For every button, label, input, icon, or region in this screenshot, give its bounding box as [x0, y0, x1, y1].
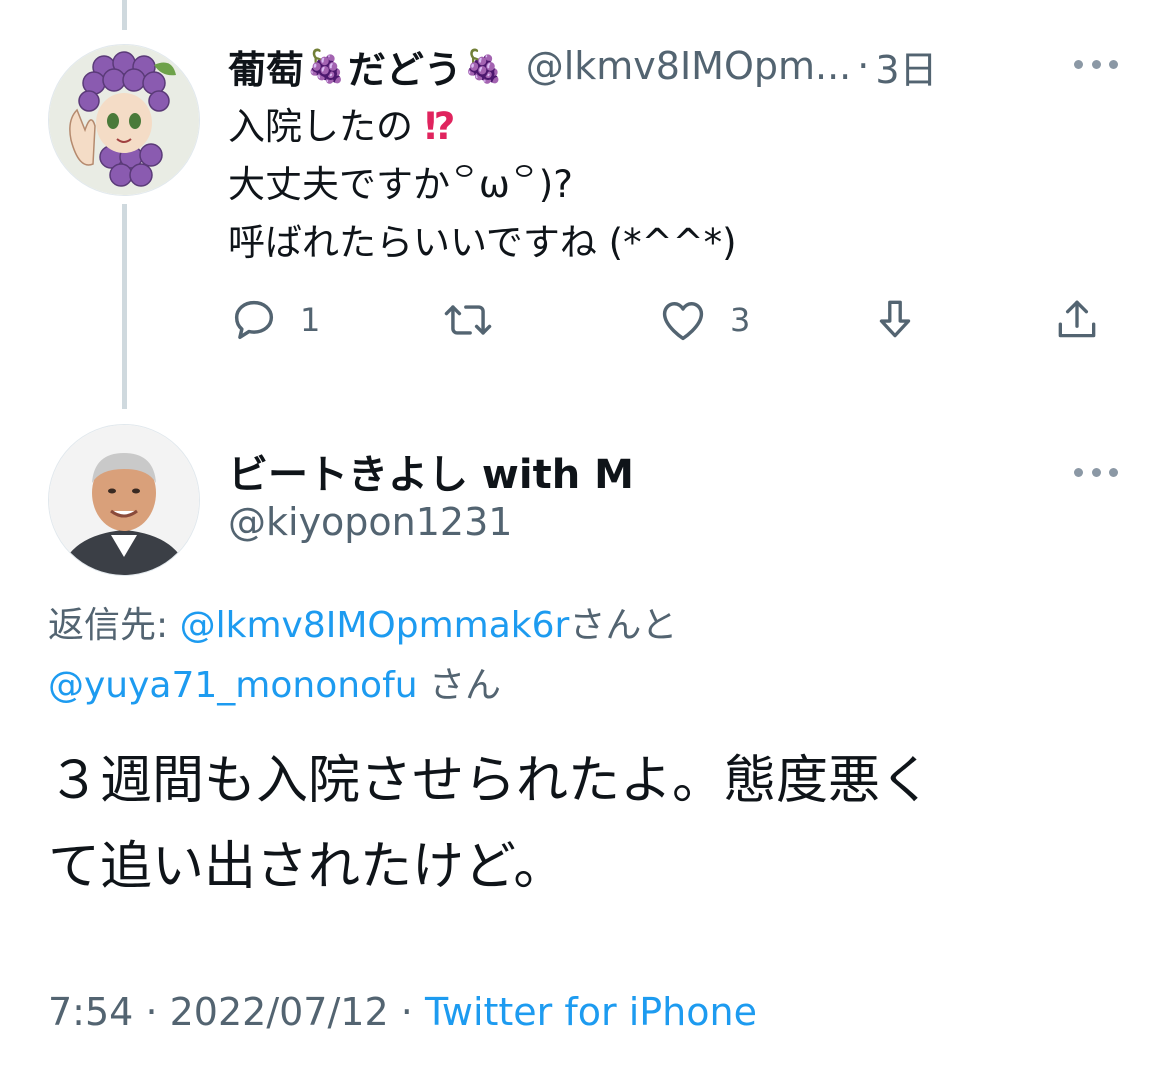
author-avatar[interactable]	[48, 424, 200, 576]
reply-display-name-2[interactable]: だどう	[348, 39, 462, 94]
replying-line-1: 返信先: @lkmv8IMOpmmak6rさんと	[48, 596, 677, 656]
replying-label: 返信先:	[48, 605, 169, 646]
thread-line-top	[122, 0, 127, 30]
share-button[interactable]	[1052, 292, 1102, 348]
reply-body: 入院したの ⁉ 大丈夫ですか꒪ω꒪)? 呼ばれたらいいですね (*^^*)	[228, 98, 737, 272]
like-button[interactable]: 3	[656, 292, 750, 348]
tweet-date[interactable]: 2022/07/12	[170, 990, 389, 1034]
reply-icon	[234, 300, 274, 340]
like-icon	[662, 302, 704, 341]
tweet-meta: 7:54 · 2022/07/12 · Twitter for iPhone	[48, 990, 757, 1034]
reply-separator: ·	[857, 44, 870, 88]
reply-avatar[interactable]	[48, 44, 200, 196]
tweet-text-line-2: て追い出されたけど。	[48, 837, 566, 897]
author-handle[interactable]: @kiyopon1231	[228, 500, 512, 544]
replying-to: 返信先: @lkmv8IMOpmmak6rさんと @yuya71_mononof…	[48, 596, 677, 716]
grape-emoji-icon: 🍇	[306, 47, 346, 85]
reply-header: 葡萄 🍇 だどう 🍇 @lkmv8IMOpm... · 3日	[228, 38, 1128, 94]
reply-line-3: 呼ばれたらいいですね (*^^*)	[228, 221, 737, 264]
reply-button[interactable]: 1	[228, 292, 320, 348]
mention-suffix-1: さんと	[569, 605, 678, 646]
mention-suffix-2: さん	[429, 665, 502, 706]
grape-emoji-icon: 🍇	[463, 47, 504, 85]
bookmark-download-icon	[879, 300, 911, 338]
tweet-source-link[interactable]: Twitter for iPhone	[425, 990, 757, 1034]
retweet-button[interactable]	[440, 292, 496, 348]
more-icon[interactable]	[1074, 54, 1118, 74]
reply-handle[interactable]: @lkmv8IMOpm...	[526, 44, 852, 88]
author-display-name[interactable]: ビートきよし with M	[228, 442, 634, 500]
share-icon	[1058, 300, 1096, 338]
exclaim-icon: ⁉	[424, 105, 456, 148]
retweet-icon	[444, 305, 492, 335]
meta-separator-1: ·	[145, 990, 158, 1034]
reply-time[interactable]: 3日	[875, 39, 937, 94]
mention-link-2[interactable]: @yuya71_mononofu	[48, 665, 418, 706]
replying-line-2: @yuya71_mononofu さん	[48, 656, 677, 716]
tweet-text: ３週間も入院させられたよ。態度悪く て追い出されたけど。	[48, 738, 1128, 910]
reply-line-1: 入院したの ⁉	[228, 105, 456, 148]
mention-link-1[interactable]: @lkmv8IMOpmmak6r	[180, 605, 570, 646]
reply-action-bar: 1 3	[0, 292, 1169, 348]
more-icon[interactable]	[1074, 462, 1118, 482]
bookmark-button[interactable]	[870, 292, 920, 348]
tweet-time[interactable]: 7:54	[48, 990, 133, 1034]
reply-line-2: 大丈夫ですか꒪ω꒪)?	[228, 163, 573, 206]
reply-display-name-1[interactable]: 葡萄	[228, 39, 304, 94]
like-count: 3	[730, 301, 751, 339]
meta-separator-2: ·	[400, 990, 413, 1034]
reply-count: 1	[300, 301, 321, 339]
tweet-text-line-1: ３週間も入院させられたよ。態度悪く	[48, 751, 933, 811]
